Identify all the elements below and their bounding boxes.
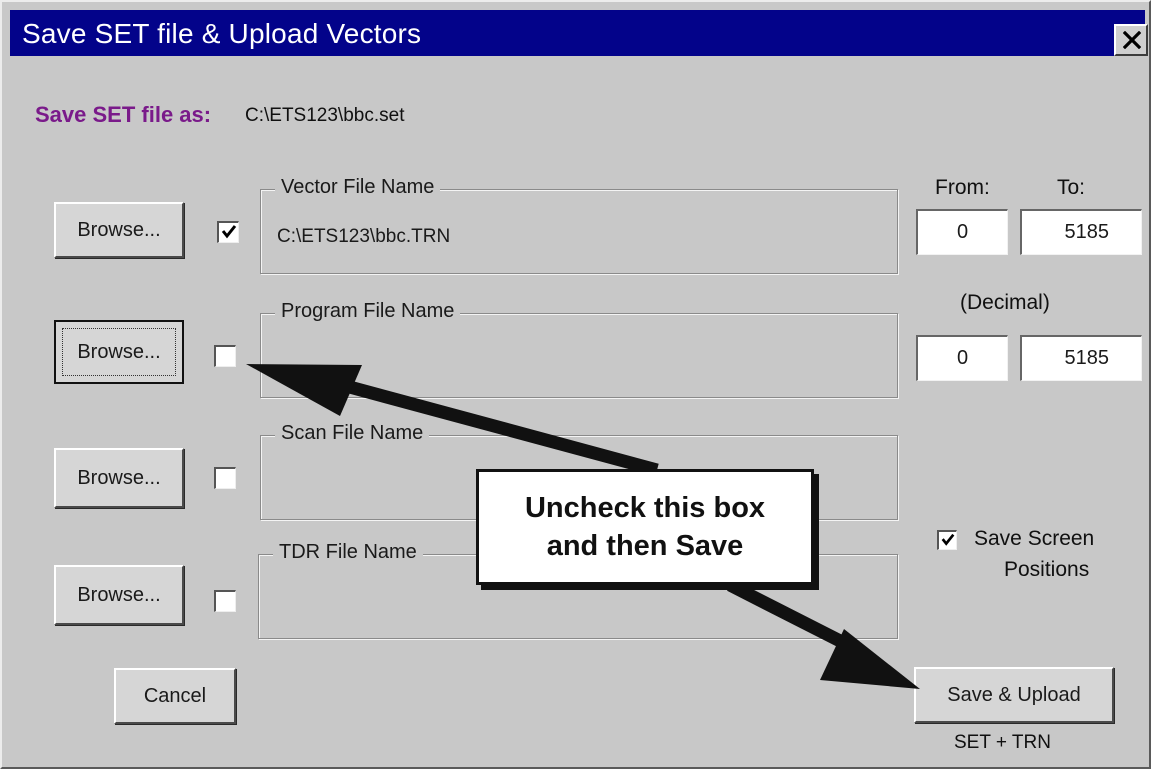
arrow-to-checkbox — [246, 364, 659, 477]
annotation-callout: Uncheck this box and then Save — [476, 469, 814, 585]
callout-line2: and then Save — [546, 530, 744, 562]
callout-line1: Uncheck this box — [524, 492, 766, 524]
annotation-arrows — [246, 364, 920, 689]
arrow-to-save-button — [727, 579, 920, 689]
dialog-window: Save SET file & Upload Vectors Save SET … — [0, 0, 1151, 769]
